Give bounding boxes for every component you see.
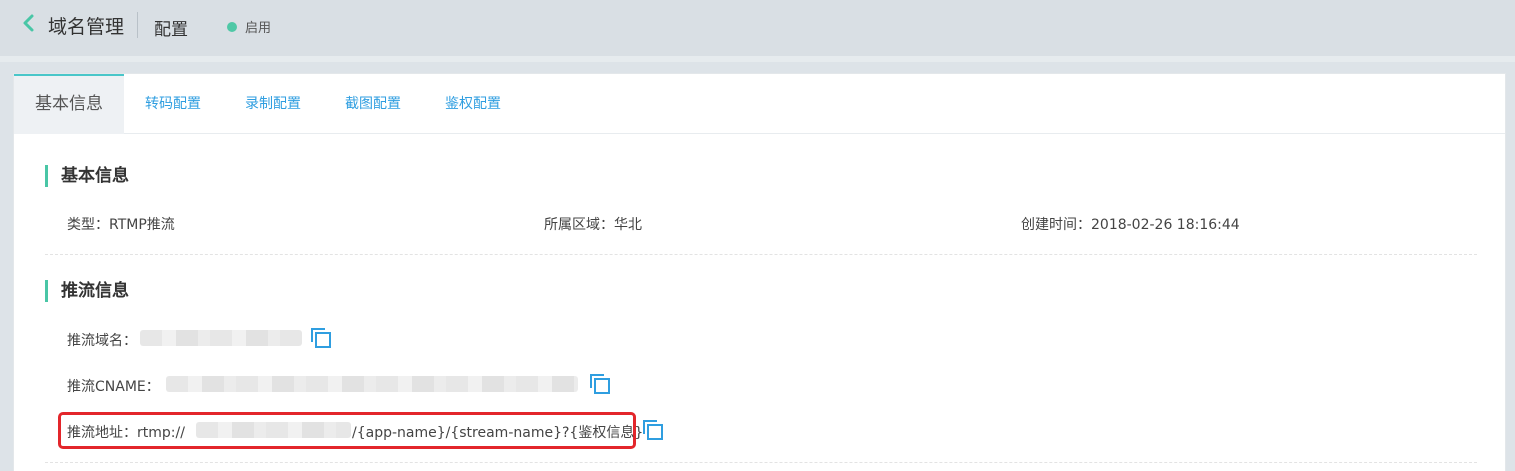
section-divider <box>45 254 1477 255</box>
tab-record-config[interactable]: 录制配置 <box>245 74 301 134</box>
top-bar: 域名管理 配置 启用 <box>0 0 1515 56</box>
section-title-push: 推流信息 <box>45 280 129 302</box>
push-address-prefix: 推流地址：rtmp:// <box>67 425 185 441</box>
tab-bar: 基本信息 转码配置 录制配置 截图配置 鉴权配置 <box>14 74 1505 134</box>
section-accent-bar <box>45 165 48 187</box>
push-domain-label: 推流域名： <box>67 333 137 349</box>
section-title-basic-text: 基本信息 <box>61 166 129 186</box>
push-address-suffix: /{app-name}/{stream-name}?{鉴权信息} <box>352 425 644 441</box>
copy-icon[interactable] <box>642 419 664 441</box>
created-time-info: 创建时间：2018-02-26 18:16:44 <box>1021 217 1240 233</box>
tab-snapshot-config[interactable]: 截图配置 <box>345 74 401 134</box>
region-info: 所属区域：华北 <box>544 217 642 233</box>
section-divider-bottom <box>45 462 1477 463</box>
push-domain-value-redacted <box>140 330 302 346</box>
tab-transcode-config[interactable]: 转码配置 <box>145 74 201 134</box>
section-title-push-text: 推流信息 <box>61 281 129 301</box>
push-cname-label: 推流CNAME： <box>67 379 160 395</box>
tab-auth-config[interactable]: 鉴权配置 <box>445 74 501 134</box>
section-title-basic: 基本信息 <box>45 165 129 187</box>
page-title: 域名管理 <box>48 16 125 38</box>
push-address-host-redacted <box>196 422 351 438</box>
copy-icon[interactable] <box>310 327 332 349</box>
config-panel: 基本信息 转码配置 录制配置 截图配置 鉴权配置 基本信息 类型：RTMP推流 … <box>13 73 1506 471</box>
section-accent-bar <box>45 280 48 302</box>
page-subtitle: 配置 <box>154 20 188 40</box>
type-info: 类型：RTMP推流 <box>67 217 175 233</box>
tab-basic-info[interactable]: 基本信息 <box>14 74 124 134</box>
title-divider <box>137 12 138 38</box>
header-separator <box>0 56 1515 62</box>
push-cname-value-redacted <box>166 376 578 392</box>
chevron-left-icon[interactable] <box>19 13 39 33</box>
status-badge: 启用 <box>245 21 272 36</box>
copy-icon[interactable] <box>589 373 611 395</box>
status-dot <box>227 22 237 32</box>
